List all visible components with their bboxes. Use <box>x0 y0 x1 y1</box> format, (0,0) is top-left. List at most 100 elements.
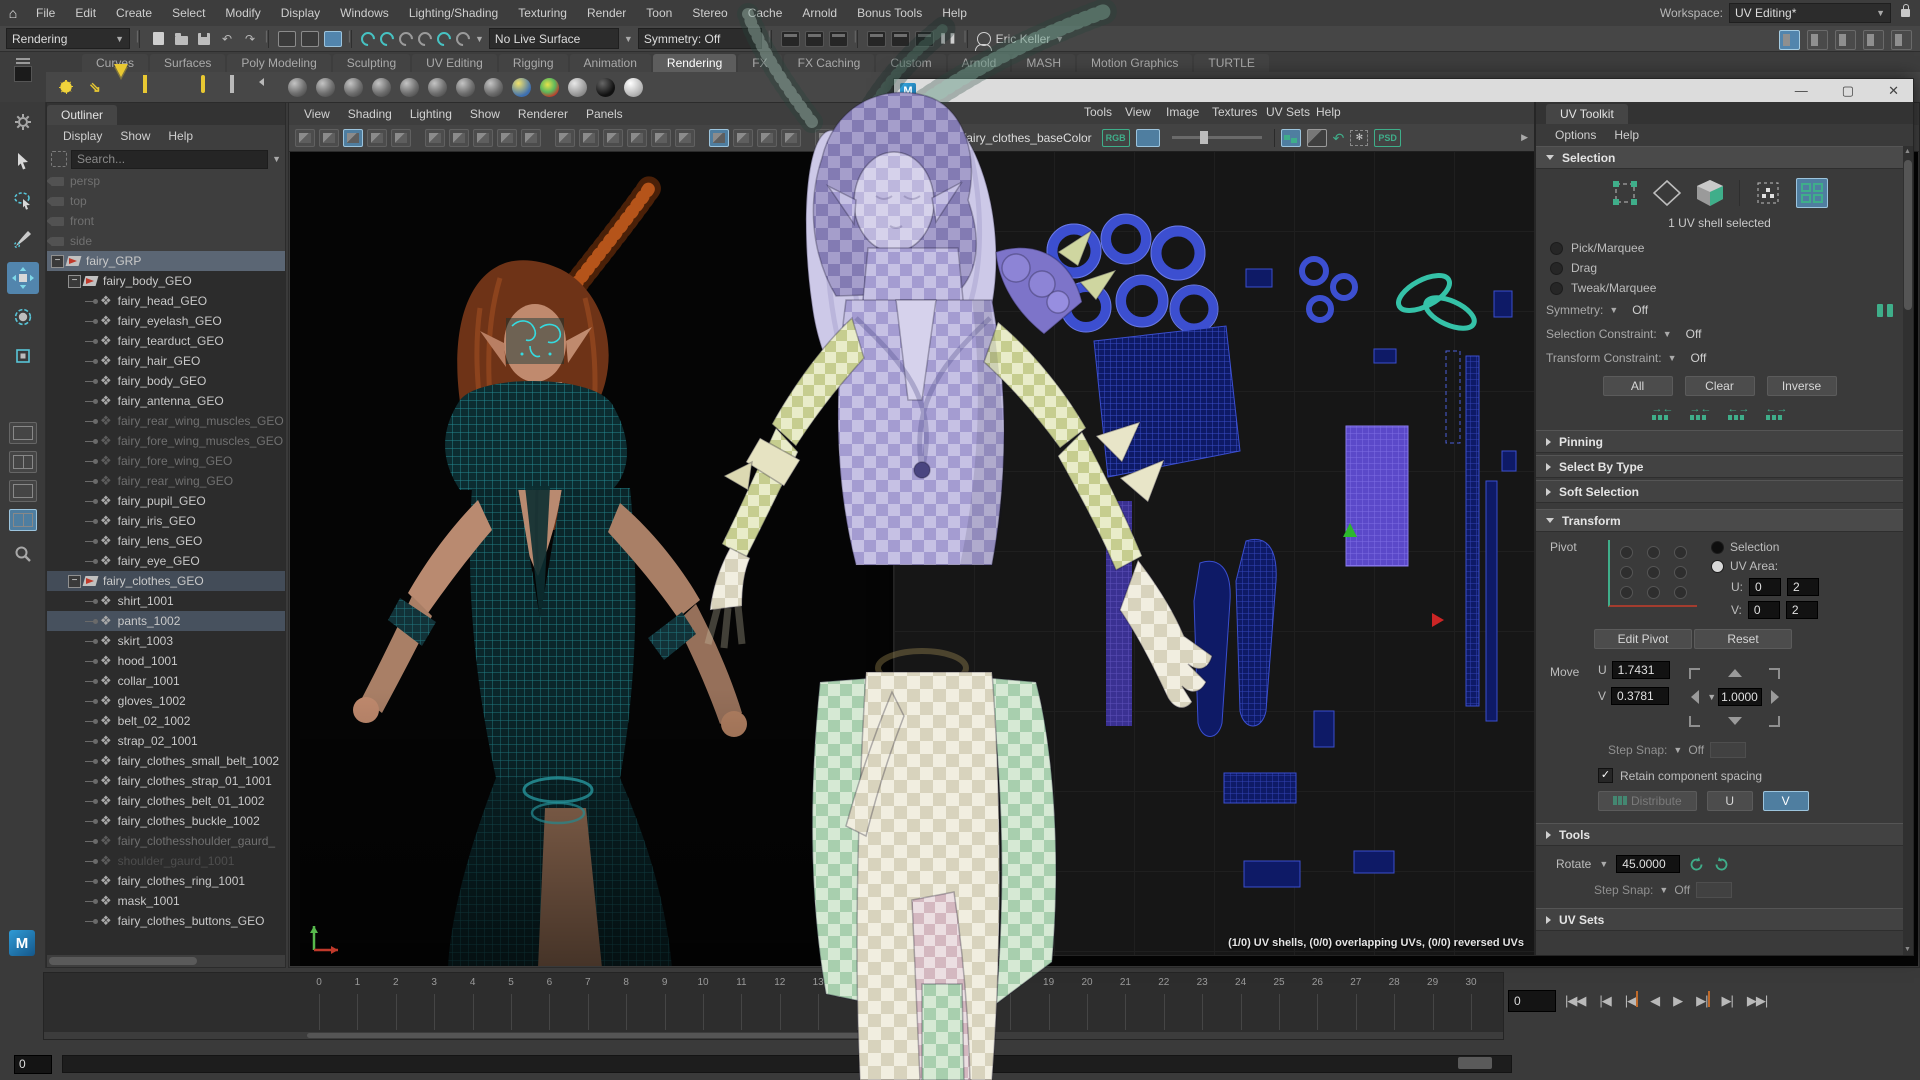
menu-item[interactable]: Lighting/Shading <box>399 6 508 20</box>
viewport-toolbar-icon[interactable] <box>839 129 859 147</box>
camera-icon[interactable] <box>259 77 279 97</box>
viewport-toolbar-icon[interactable] <box>603 129 623 147</box>
make-live-icon[interactable] <box>453 29 473 49</box>
workspace-lock-icon[interactable] <box>1901 9 1910 17</box>
live-surface-field[interactable]: No Live Surface <box>489 28 619 49</box>
symmetry-row[interactable]: Symmetry: ▼ Off <box>1536 298 1903 322</box>
select-uv-shell-icon[interactable] <box>1796 178 1828 208</box>
outliner-row[interactable]: − fairy_eye_GEO <box>47 551 285 571</box>
outliner-row[interactable]: − fairy_clothes_belt_01_1002 <box>47 791 285 811</box>
spot-light-icon[interactable] <box>114 77 134 97</box>
psd-export-icon[interactable]: PSD <box>1374 129 1401 147</box>
checker-map-icon[interactable] <box>922 131 938 145</box>
rotate-ccw-icon[interactable] <box>1688 856 1705 873</box>
viewport-toolbar-icon[interactable] <box>295 129 315 147</box>
chevron-down-icon[interactable]: ▼ <box>272 154 281 164</box>
pivot-v-max-field[interactable]: 2 <box>1786 601 1818 619</box>
uv-editor-menu-item[interactable]: Textures <box>1212 105 1257 119</box>
chevron-down-icon[interactable]: ▼ <box>1663 329 1672 339</box>
menu-item[interactable]: Edit <box>65 6 106 20</box>
construction-history-icon[interactable] <box>829 31 848 47</box>
outliner-row[interactable]: − fairy_antenna_GEO <box>47 391 285 411</box>
distribute-v-button[interactable]: V <box>1763 791 1809 811</box>
rotate-step-snap-row[interactable]: Step Snap: ▼ Off <box>1536 873 1903 898</box>
playback-button[interactable]: |◀ <box>1599 993 1610 1009</box>
menu-item[interactable]: Toon <box>636 6 682 20</box>
shelf-tab[interactable]: Rigging <box>499 54 568 72</box>
viewport-menu-item[interactable]: Shading <box>339 107 401 121</box>
uv-editor-title-bar[interactable]: M — ▢ ✕ <box>894 79 1913 102</box>
outliner-row[interactable]: − fairy_clothes_buckle_1002 <box>47 811 285 831</box>
distribute-button[interactable]: Distribute <box>1598 791 1697 811</box>
ramp-texture-icon[interactable] <box>540 78 559 97</box>
select-face-icon[interactable] <box>1695 179 1725 207</box>
uv-editor-menu-item[interactable]: UV Sets <box>1266 105 1310 119</box>
outliner-row[interactable]: − fairy_clothesshoulder_gaurd_ <box>47 831 285 851</box>
texture-display-icon[interactable] <box>900 131 916 145</box>
surface-shader-icon[interactable] <box>484 78 503 97</box>
uv-editor-menu-item[interactable]: Edit <box>904 105 925 119</box>
redo-icon[interactable]: ↷ <box>241 30 259 48</box>
outliner-row[interactable]: − shoulder_gaurd_1001 <box>47 851 285 871</box>
blinn-material-icon[interactable] <box>344 78 363 97</box>
chevron-down-icon[interactable]: ▼ <box>944 133 953 143</box>
sidebar-toggle-character-controls[interactable] <box>1807 30 1828 50</box>
range-slider[interactable]: 0 <box>0 1048 1920 1080</box>
lambert-material-icon[interactable] <box>316 78 335 97</box>
shelf-tab[interactable]: Animation <box>570 54 651 72</box>
pivot-uv-area-radio[interactable] <box>1711 560 1724 573</box>
viewport-toolbar-icon[interactable] <box>555 129 575 147</box>
maya-badge[interactable]: M <box>9 930 35 956</box>
selection-action-button[interactable]: Clear <box>1685 376 1755 396</box>
outliner-row[interactable]: − fairy_GRP <box>47 251 285 271</box>
section-select-by-type[interactable]: Select By Type <box>1536 455 1903 478</box>
pause-icon[interactable]: ❚❚ <box>939 33 958 44</box>
uv-grid-toggle-icon[interactable] <box>1281 129 1301 147</box>
viewport-toolbar-icon[interactable] <box>863 129 883 147</box>
viewport-menu-item[interactable]: Renderer <box>509 107 577 121</box>
minimize-icon[interactable]: — <box>1795 83 1808 99</box>
outliner-row[interactable]: − persp <box>47 171 285 191</box>
outliner-row[interactable]: − fairy_clothes_small_belt_1002 <box>47 751 285 771</box>
outliner-row[interactable]: − pants_1002 <box>47 611 285 631</box>
menu-item[interactable]: Display <box>271 6 330 20</box>
layout-single-pane-button[interactable] <box>9 422 37 444</box>
rgb-channels-icon[interactable]: RGB <box>1102 129 1130 147</box>
viewport-toolbar-icon[interactable] <box>367 129 387 147</box>
snap-projected-center-icon[interactable] <box>415 29 435 49</box>
timeline-track[interactable]: 0123456789101112131415161718192021222324… <box>43 972 1504 1040</box>
viewport-toolbar-icon[interactable] <box>579 129 599 147</box>
checkbox-checked-icon[interactable]: ✓ <box>1598 768 1613 783</box>
outliner-horizontal-scrollbar[interactable] <box>47 955 285 967</box>
viewport-toolbar-icon[interactable] <box>709 129 729 147</box>
selection-mode-radio[interactable]: Pick/Marquee <box>1536 238 1903 258</box>
playback-button[interactable]: |◀ <box>1625 993 1636 1009</box>
selection-mode-radio[interactable]: Drag <box>1536 258 1903 278</box>
move-v-field[interactable]: 0.3781 <box>1611 687 1669 705</box>
uv-toolkit-menu-item[interactable]: Options <box>1546 128 1605 142</box>
uv-editor-menu-item[interactable]: Tools <box>1084 105 1112 119</box>
ambient-light-icon[interactable] <box>172 77 192 97</box>
select-edge-icon[interactable] <box>1653 180 1681 206</box>
ramp-shader-icon[interactable] <box>512 78 531 97</box>
retain-spacing-row[interactable]: ✓ Retain component spacing <box>1536 758 1903 783</box>
image-plane-icon[interactable] <box>230 77 250 97</box>
viewport-toolbar-icon[interactable] <box>343 129 363 147</box>
range-slider-bar[interactable] <box>62 1055 1512 1073</box>
point-light-icon[interactable] <box>56 77 76 97</box>
rotate-angle-field[interactable]: 45.0000 <box>1616 855 1680 873</box>
image-dim-slider[interactable] <box>1172 136 1262 139</box>
section-selection[interactable]: Selection <box>1536 146 1903 169</box>
sidebar-toggle-attribute-editor[interactable] <box>1835 30 1856 50</box>
workspace-selector[interactable]: UV Editing* ▼ <box>1729 3 1891 23</box>
viewport-menu-item[interactable]: Panels <box>577 107 632 121</box>
menu-item[interactable]: Render <box>577 6 636 20</box>
sidebar-toggle-modeling-toolkit[interactable] <box>1779 30 1800 50</box>
outliner-menu-item[interactable]: Help <box>160 129 201 143</box>
chevron-down-icon[interactable]: ▼ <box>1707 692 1716 702</box>
playback-button[interactable]: ▶| <box>1696 993 1707 1009</box>
viewport-toolbar-icon[interactable] <box>425 129 445 147</box>
viewport-toolbar-icon[interactable] <box>781 129 801 147</box>
shelf-options-icon[interactable] <box>16 58 30 60</box>
outliner-row[interactable]: − belt_02_1002 <box>47 711 285 731</box>
